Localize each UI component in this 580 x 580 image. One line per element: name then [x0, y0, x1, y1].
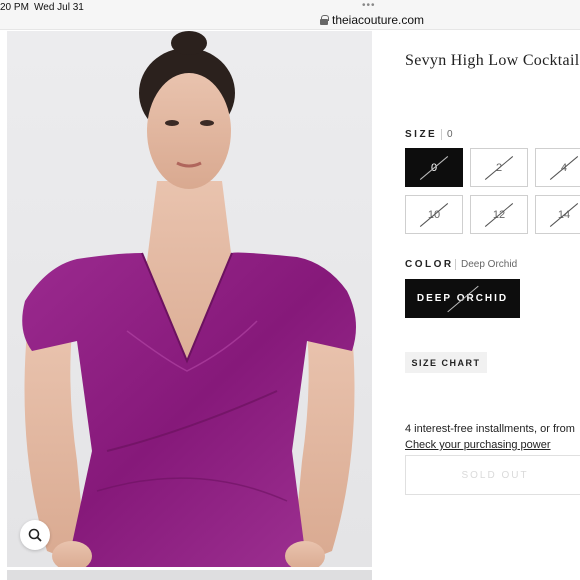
sold-out-button[interactable]: SOLD OUT [405, 455, 580, 495]
next-image-strip [7, 570, 372, 580]
model-photo [22, 31, 356, 567]
unavailable-slash [419, 202, 449, 227]
size-option-10[interactable]: 10 [405, 195, 463, 234]
color-label: COLOR [405, 259, 454, 270]
product-image[interactable] [7, 31, 372, 567]
unavailable-slash [484, 202, 514, 227]
size-label: SIZE [405, 129, 438, 140]
status-date: Wed Jul 31 [34, 2, 84, 13]
unavailable-slash [484, 155, 514, 180]
address-bar[interactable]: theiacouture.com [320, 13, 424, 27]
unavailable-slash [549, 155, 579, 180]
size-option-12[interactable]: 12 [470, 195, 528, 234]
size-option-0[interactable]: 0 [405, 148, 463, 187]
color-option-deep-orchid[interactable]: DEEP ORCHID [405, 279, 520, 318]
browser-status-bar: 20 PM Wed Jul 31 ••• theiacouture.com [0, 0, 580, 30]
size-option-4[interactable]: 4 [535, 148, 580, 187]
purchasing-power-link[interactable]: Check your purchasing power [405, 439, 551, 451]
size-chart-button[interactable]: SIZE CHART [405, 352, 487, 373]
zoom-button[interactable] [20, 520, 50, 550]
status-time: 20 PM [0, 2, 29, 13]
product-title: Sevyn High Low Cocktail D [405, 52, 580, 69]
multitasking-dots-icon[interactable]: ••• [362, 0, 376, 11]
lock-icon [320, 15, 329, 25]
installments-text: 4 interest-free installments, or from [405, 423, 575, 435]
color-divider [455, 259, 456, 270]
size-divider [441, 129, 442, 140]
url-text: theiacouture.com [332, 13, 425, 27]
size-selected-value: 0 [447, 129, 453, 140]
magnifier-icon [28, 528, 42, 542]
size-option-14[interactable]: 14 [535, 195, 580, 234]
size-option-2[interactable]: 2 [470, 148, 528, 187]
unavailable-slash [549, 202, 579, 227]
unavailable-slash [419, 155, 449, 180]
color-selected-value: Deep Orchid [461, 259, 518, 270]
